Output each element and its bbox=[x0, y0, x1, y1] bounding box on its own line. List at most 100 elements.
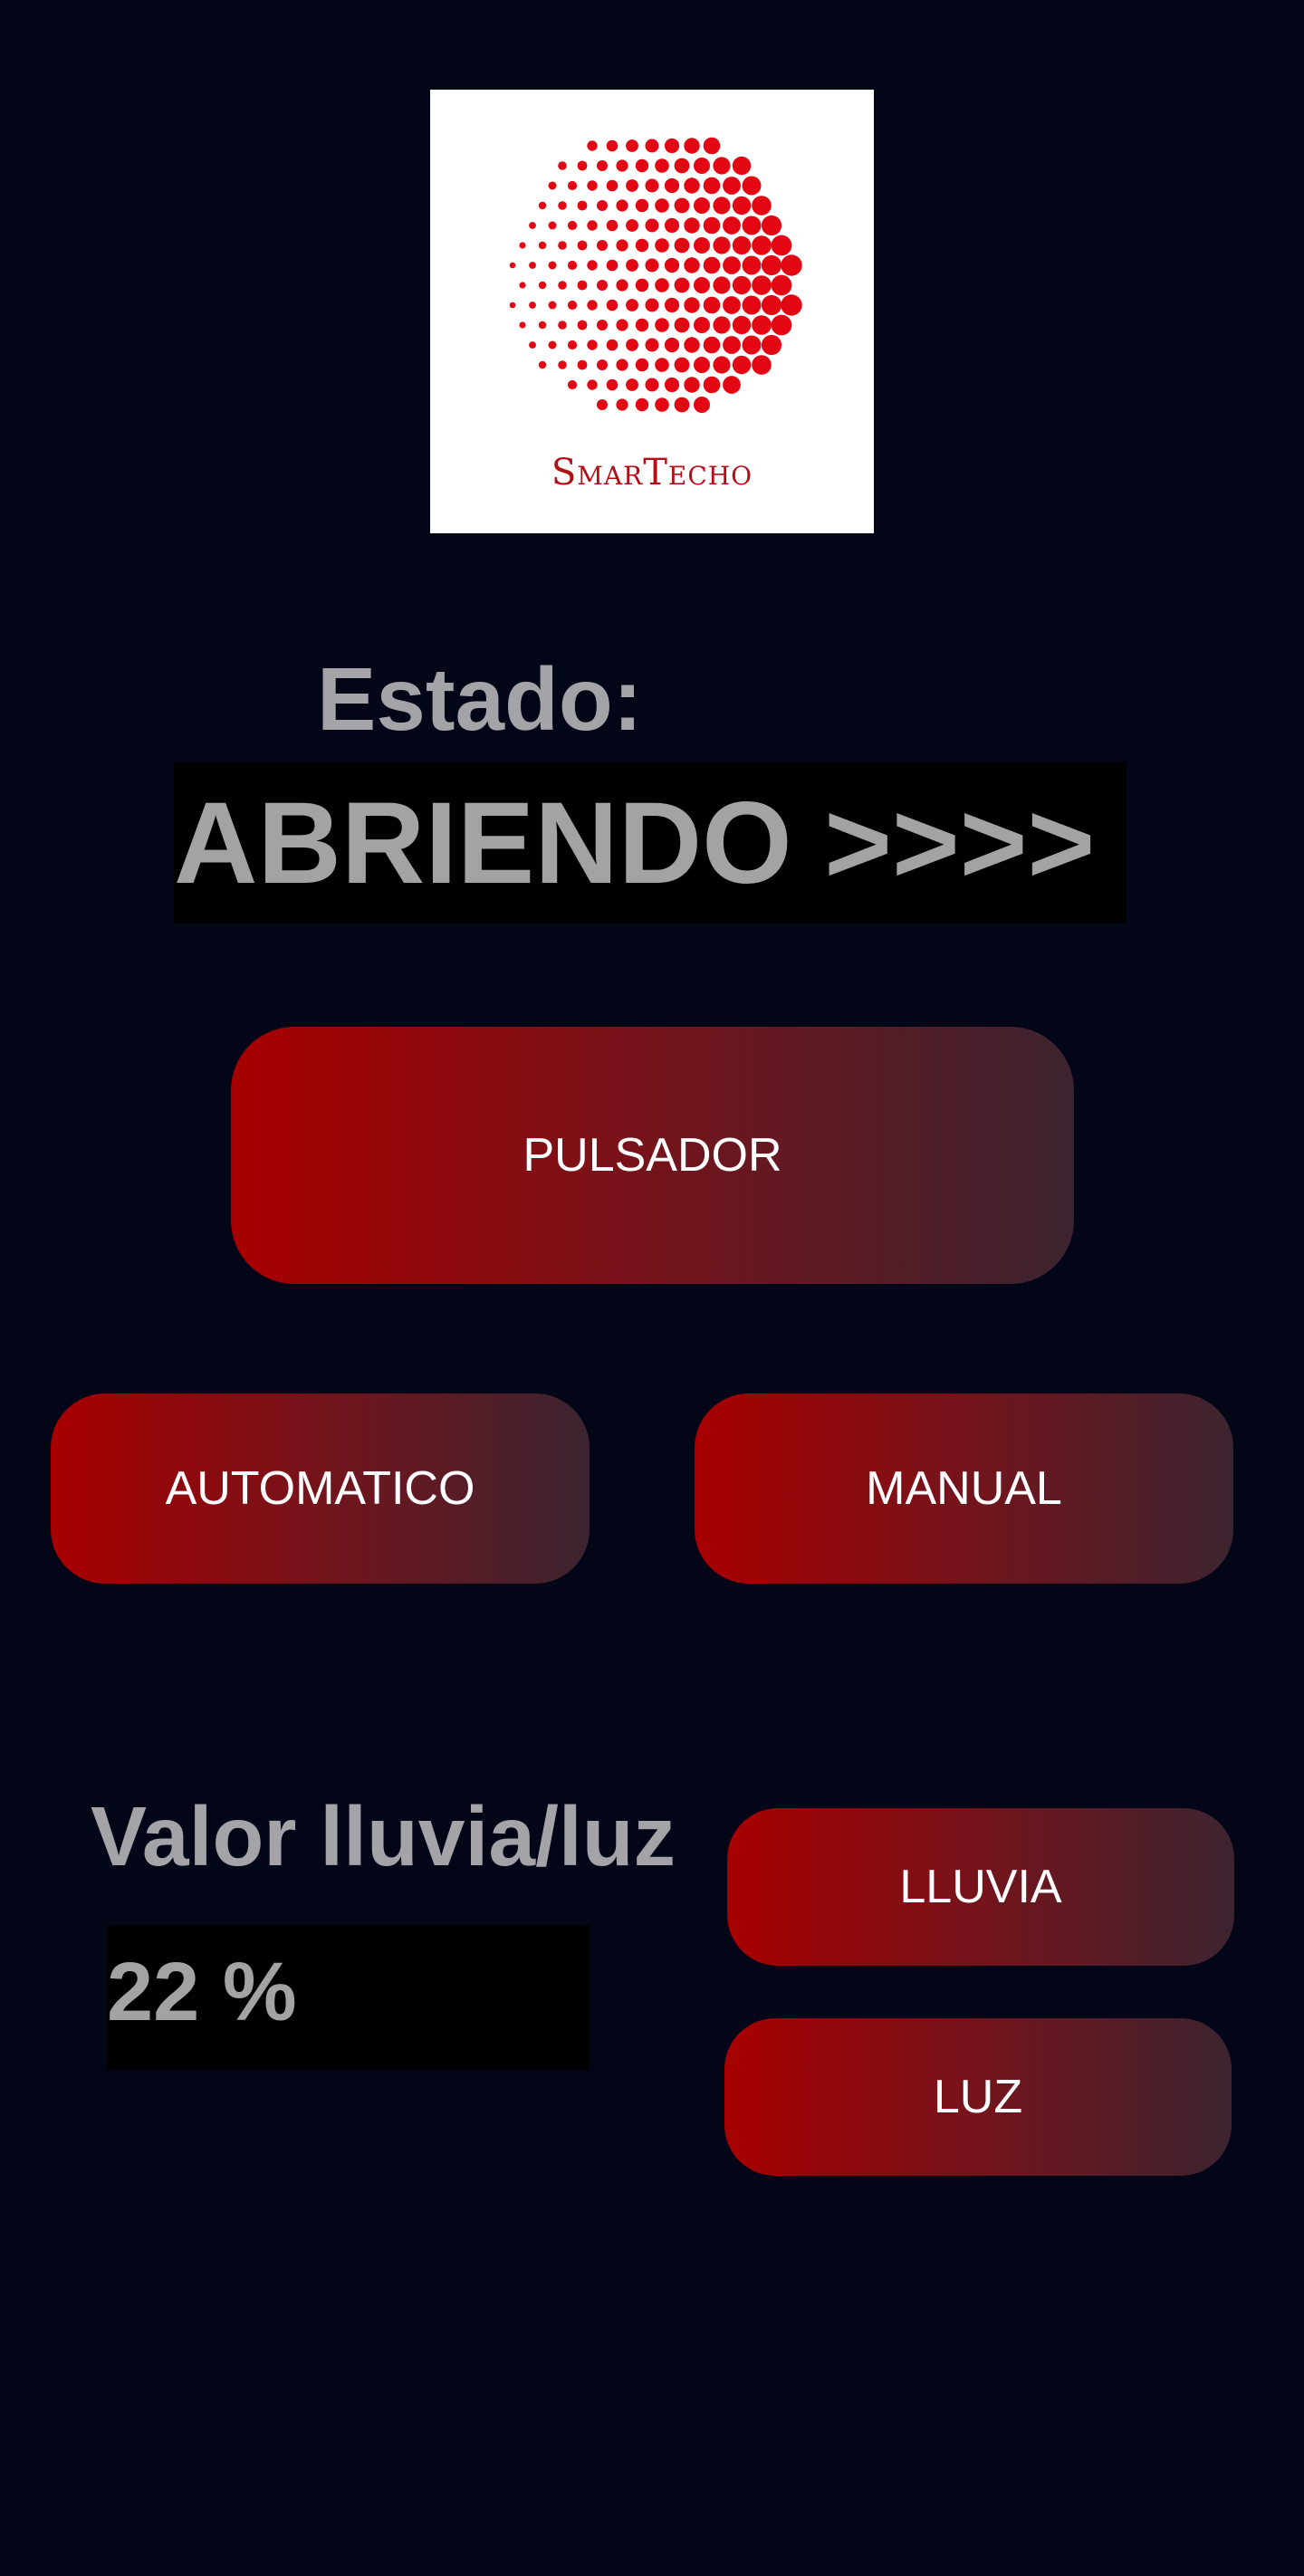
halftone-dot bbox=[761, 334, 782, 356]
halftone-dot bbox=[713, 316, 731, 334]
halftone-dot bbox=[626, 179, 638, 192]
halftone-dot bbox=[742, 295, 762, 315]
halftone-dot bbox=[694, 237, 710, 254]
halftone-dot bbox=[645, 298, 659, 312]
halftone-dot bbox=[684, 257, 700, 273]
halftone-dot bbox=[577, 240, 588, 251]
halftone-dot bbox=[597, 280, 608, 291]
halftone-dot bbox=[519, 242, 526, 249]
halftone-dot bbox=[645, 378, 659, 392]
halftone-dot bbox=[771, 314, 792, 336]
automatico-button[interactable]: AUTOMATICO bbox=[51, 1393, 590, 1584]
halftone-dot bbox=[567, 340, 578, 350]
halftone-dot bbox=[519, 321, 526, 329]
halftone-dot bbox=[674, 237, 690, 254]
halftone-dot bbox=[655, 278, 669, 292]
lluvia-button[interactable]: LLUVIA bbox=[727, 1808, 1234, 1966]
halftone-dot bbox=[703, 376, 721, 394]
halftone-dot bbox=[645, 178, 659, 193]
halftone-dot bbox=[548, 221, 557, 230]
halftone-dot bbox=[587, 220, 598, 231]
halftone-dot bbox=[655, 198, 669, 213]
halftone-dot bbox=[626, 299, 638, 311]
halftone-dot bbox=[752, 196, 772, 215]
halftone-dot bbox=[761, 215, 782, 236]
halftone-dot bbox=[732, 196, 752, 215]
halftone-dot bbox=[635, 238, 649, 253]
halftone-dot bbox=[616, 199, 628, 212]
halftone-dot bbox=[655, 158, 669, 173]
halftone-dot bbox=[664, 337, 680, 353]
halftone-dot bbox=[597, 240, 608, 251]
halftone-dot bbox=[694, 317, 710, 333]
halftone-dot bbox=[781, 254, 802, 276]
halftone-dot bbox=[635, 397, 649, 412]
halftone-dot bbox=[664, 257, 680, 273]
sensor-label: Valor lluvia/luz bbox=[91, 1789, 676, 1883]
pulsador-button[interactable]: PULSADOR bbox=[231, 1027, 1074, 1284]
halftone-dot bbox=[694, 277, 710, 293]
halftone-dot bbox=[635, 358, 649, 372]
halftone-dot bbox=[655, 358, 669, 372]
halftone-dot bbox=[684, 138, 700, 154]
halftone-dot bbox=[674, 197, 690, 214]
halftone-dot bbox=[723, 216, 741, 235]
halftone-dot bbox=[567, 260, 578, 271]
halftone-dot bbox=[664, 138, 680, 154]
halftone-dot bbox=[558, 201, 567, 210]
smartecho-logo: SmarTecho bbox=[430, 90, 874, 533]
halftone-dot bbox=[694, 357, 710, 373]
halftone-dot bbox=[723, 296, 741, 314]
halftone-dot bbox=[742, 176, 762, 196]
halftone-dot bbox=[684, 217, 700, 234]
halftone-dot bbox=[635, 158, 649, 173]
halftone-dot bbox=[694, 197, 710, 214]
status-value: ABRIENDO >>>> bbox=[174, 779, 1096, 908]
halftone-dot bbox=[645, 218, 659, 233]
manual-button[interactable]: MANUAL bbox=[695, 1393, 1233, 1584]
halftone-dot bbox=[567, 300, 578, 311]
halftone-dot bbox=[529, 341, 536, 349]
halftone-dot bbox=[606, 339, 618, 351]
halftone-dot bbox=[606, 219, 618, 232]
halftone-dot bbox=[694, 158, 710, 174]
halftone-dot bbox=[509, 262, 516, 269]
halftone-dot bbox=[713, 276, 731, 294]
luz-button[interactable]: LUZ bbox=[724, 2018, 1232, 2176]
halftone-dot bbox=[742, 215, 762, 235]
halftone-dot bbox=[626, 139, 638, 152]
halftone-dot bbox=[577, 280, 588, 291]
halftone-dot bbox=[723, 256, 741, 274]
halftone-dot bbox=[684, 177, 700, 194]
halftone-dot bbox=[577, 320, 588, 330]
halftone-dot bbox=[519, 282, 526, 289]
halftone-dot bbox=[529, 302, 536, 309]
halftone-dot bbox=[587, 340, 598, 350]
halftone-dot bbox=[548, 340, 557, 350]
halftone-dot bbox=[616, 398, 628, 411]
halftone-dot bbox=[732, 156, 752, 176]
halftone-dot bbox=[664, 217, 680, 234]
halftone-dot bbox=[723, 336, 741, 354]
halftone-dot bbox=[529, 222, 536, 229]
halftone-dot bbox=[577, 160, 588, 171]
halftone-dot bbox=[567, 379, 578, 390]
halftone-dot bbox=[674, 397, 690, 413]
halftone-dot bbox=[713, 236, 731, 254]
halftone-dot bbox=[655, 238, 669, 253]
halftone-dot bbox=[606, 139, 618, 152]
status-display: ABRIENDO >>>> bbox=[174, 762, 1127, 924]
halftone-dot bbox=[626, 339, 638, 351]
halftone-dot bbox=[645, 338, 659, 352]
halftone-dot bbox=[567, 220, 578, 231]
halftone-dot bbox=[626, 378, 638, 391]
halftone-dot bbox=[723, 376, 741, 394]
halftone-dot bbox=[587, 140, 598, 151]
halftone-dot bbox=[626, 259, 638, 272]
halftone-dot bbox=[732, 235, 752, 255]
halftone-dot bbox=[703, 216, 721, 235]
halftone-dot bbox=[694, 397, 710, 413]
halftone-dot bbox=[674, 277, 690, 293]
halftone-dot bbox=[752, 235, 772, 255]
halftone-dot bbox=[587, 180, 598, 191]
